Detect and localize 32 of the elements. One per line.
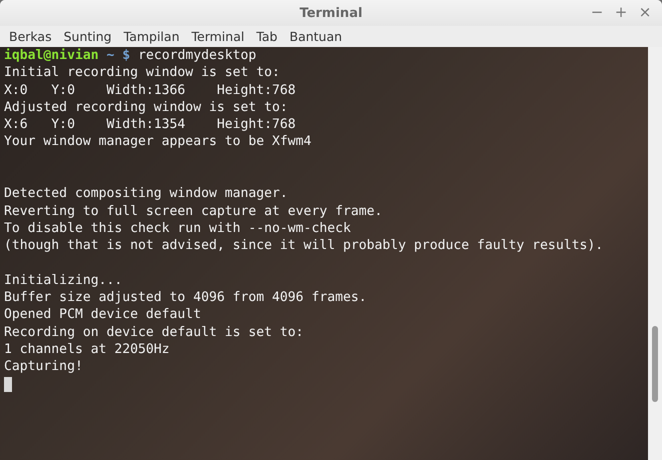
- menu-item[interactable]: Tampilan: [118, 29, 186, 44]
- output-line: To disable this check run with --no-wm-check: [4, 220, 351, 236]
- close-button[interactable]: ×: [636, 3, 654, 21]
- menu-item[interactable]: Berkas: [3, 29, 58, 44]
- menu-item[interactable]: Sunting: [58, 29, 118, 44]
- output-line: Reverting to full screen capture at every frame.: [4, 204, 382, 219]
- prompt-path: ~: [106, 48, 114, 63]
- prompt-symbol: $: [122, 48, 130, 63]
- output-line: 1 channels at 22050Hz: [4, 342, 170, 358]
- prompt-user: iqbal@nivian: [4, 48, 99, 63]
- terminal-area[interactable]: [0, 47, 648, 460]
- cursor-icon: [4, 376, 12, 392]
- output-line: Opened PCM device default: [4, 307, 202, 322]
- output-line: Buffer size adjusted to 4096 from 4096 frames.: [4, 290, 367, 306]
- output-line: Initializing...: [4, 272, 122, 288]
- output-line: (though that is not advised, since it will probably produce faulty results).: [4, 238, 604, 254]
- output-line: Your window manager appears to be Xfwm4: [4, 134, 312, 150]
- minimize-button[interactable]: −: [588, 3, 606, 21]
- output-line: Initial recording window is set to:: [4, 65, 280, 80]
- output-line: Recording on device default is set to:: [4, 324, 304, 340]
- output-line: X:6 Y:0 Width:1354 Height:768: [4, 117, 296, 132]
- menu-item[interactable]: Bantuan: [284, 29, 348, 44]
- output-line: Detected compositing window manager.: [4, 186, 288, 202]
- maximize-button[interactable]: +: [612, 3, 630, 21]
- output-line: X:0 Y:0 Width:1366 Height:768: [4, 82, 296, 98]
- menu-item[interactable]: Tab: [250, 29, 284, 44]
- output-line: Capturing!: [4, 359, 83, 374]
- menu-item[interactable]: Terminal: [186, 29, 250, 44]
- command-text: recordmydesktop: [138, 48, 256, 63]
- window-title: Terminal: [300, 6, 362, 20]
- output-line: Adjusted recording window is set to:: [4, 100, 288, 115]
- scrollbar-thumb[interactable]: [652, 326, 658, 402]
